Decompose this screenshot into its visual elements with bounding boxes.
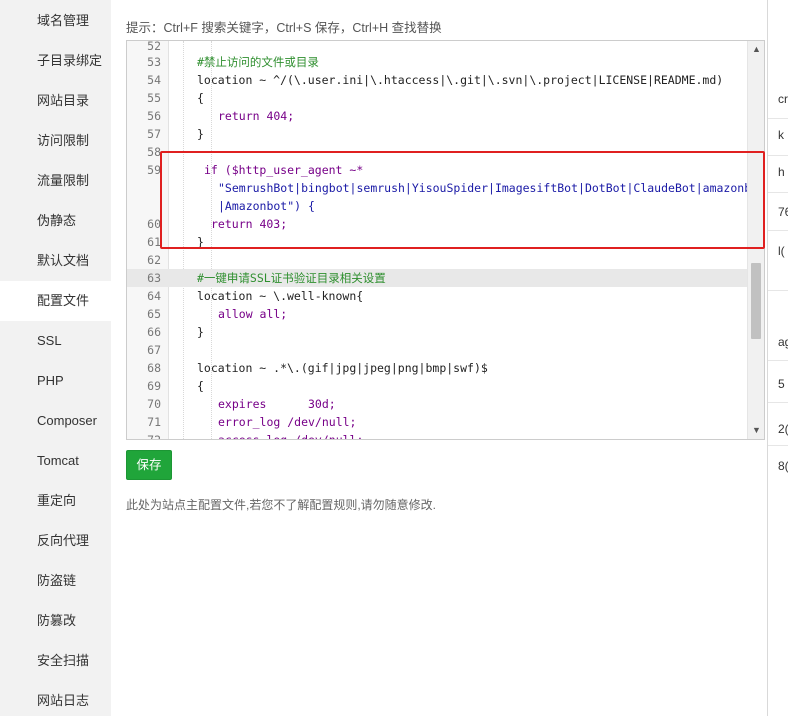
strip-text: cr [778,92,788,106]
code-content[interactable]: 52 53 #禁止访问的文件或目录 54 location ~ ^/(\.user.… [127,41,765,440]
sidebar-item-tamper-proof[interactable]: 防篡改 [0,601,111,641]
code-line: 70 expires 30d; [147,397,336,411]
strip-divider [768,290,788,291]
scrollbar-thumb[interactable] [751,263,761,339]
sidebar-item-reverse-proxy[interactable]: 反向代理 [0,521,111,561]
code-line: 67 [147,343,161,357]
sidebar-item-site-directory[interactable]: 网站目录 [0,81,111,121]
code-line: 64 location ~ \.well-known{ [147,289,364,303]
strip-divider [768,402,788,403]
code-line-wrapped: "SemrushBot|bingbot|semrush|YisouSpider|… [218,181,765,195]
code-line: 71 error_log /dev/null; [147,415,357,429]
strip-divider [768,445,788,446]
editor-scrollbar[interactable]: ▲ ▼ [747,41,764,439]
strip-text: 5 [778,377,785,391]
strip-divider [768,230,788,231]
strip-divider [768,118,788,119]
sidebar-item-rewrite[interactable]: 伪静态 [0,201,111,241]
sidebar-item-tomcat[interactable]: Tomcat [0,441,111,481]
strip-text: h [778,165,785,179]
code-line: 65 allow all; [147,307,288,321]
code-line: 53 #禁止访问的文件或目录 [147,55,319,69]
code-line: 61} [147,235,204,249]
code-line: 54 location ~ ^/(\.user.ini|\.htaccess|\.… [147,73,724,87]
strip-text: ag [778,335,788,349]
code-line: 57} [147,127,204,141]
sidebar-item-subdirectory[interactable]: 子目录绑定 [0,41,111,81]
sidebar-item-security-scan[interactable]: 安全扫描 [0,641,111,681]
sidebar-item-domain[interactable]: 域名管理 [0,1,111,41]
strip-divider [768,360,788,361]
code-line: 60 return 403; [147,217,288,231]
code-line: 62 [147,253,161,267]
sidebar-item-config-file[interactable]: 配置文件 [0,281,111,321]
sidebar-item-site-log[interactable]: 网站日志 [0,681,111,716]
scroll-down-arrow-icon[interactable]: ▼ [748,422,764,439]
sidebar-item-redirect[interactable]: 重定向 [0,481,111,521]
strip-divider [768,192,788,193]
code-line: 56 return 404; [147,109,295,123]
scroll-up-arrow-icon[interactable]: ▲ [748,41,764,58]
sidebar-item-traffic-limit[interactable]: 流量限制 [0,161,111,201]
sidebar-item-composer[interactable]: Composer [0,401,111,441]
config-panel: 提示：Ctrl+F 搜索关键字，Ctrl+S 保存，Ctrl+H 查找替换 52… [111,0,767,716]
code-line: 58 [147,145,161,159]
config-code-editor[interactable]: 52 53 #禁止访问的文件或目录 54 location ~ ^/(\.user.… [126,40,765,440]
shortcut-hint: 提示：Ctrl+F 搜索关键字，Ctrl+S 保存，Ctrl+H 查找替换 [126,21,442,35]
sidebar-item-php[interactable]: PHP [0,361,111,401]
strip-divider [768,155,788,156]
save-button[interactable]: 保存 [126,450,172,480]
strip-text: l( [778,244,785,258]
code-line-active: 63 #一键申请SSL证书验证目录相关设置 [127,269,747,287]
sidebar-item-ssl[interactable]: SSL [0,321,111,361]
code-line: 72 access_log /dev/null; [147,433,364,440]
code-line: 59 if ($http_user_agent ~* [147,163,364,177]
code-line: 55{ [147,91,204,105]
settings-sidebar: 域名管理 子目录绑定 网站目录 访问限制 流量限制 伪静态 默认文档 配置文件 … [0,0,111,716]
config-warning-note: 此处为站点主配置文件,若您不了解配置规则,请勿随意修改. [126,498,437,512]
code-line: 66} [147,325,204,339]
sidebar-item-access-limit[interactable]: 访问限制 [0,121,111,161]
sidebar-item-hotlink[interactable]: 防盗链 [0,561,111,601]
code-line: 68 location ~ .*\.(gif|jpg|jpeg|png|bmp|s… [147,361,488,375]
sidebar-item-default-doc[interactable]: 默认文档 [0,241,111,281]
strip-text: k [778,128,784,142]
strip-text: 8( [778,459,788,473]
strip-text: 2( [778,422,788,436]
background-page-strip: cr k h 76 l( ag 5 2( 8( [767,0,788,716]
strip-text: 76 [778,205,788,219]
code-line: 69{ [147,379,204,393]
code-line-wrapped: |Amazonbot") { [218,199,315,213]
